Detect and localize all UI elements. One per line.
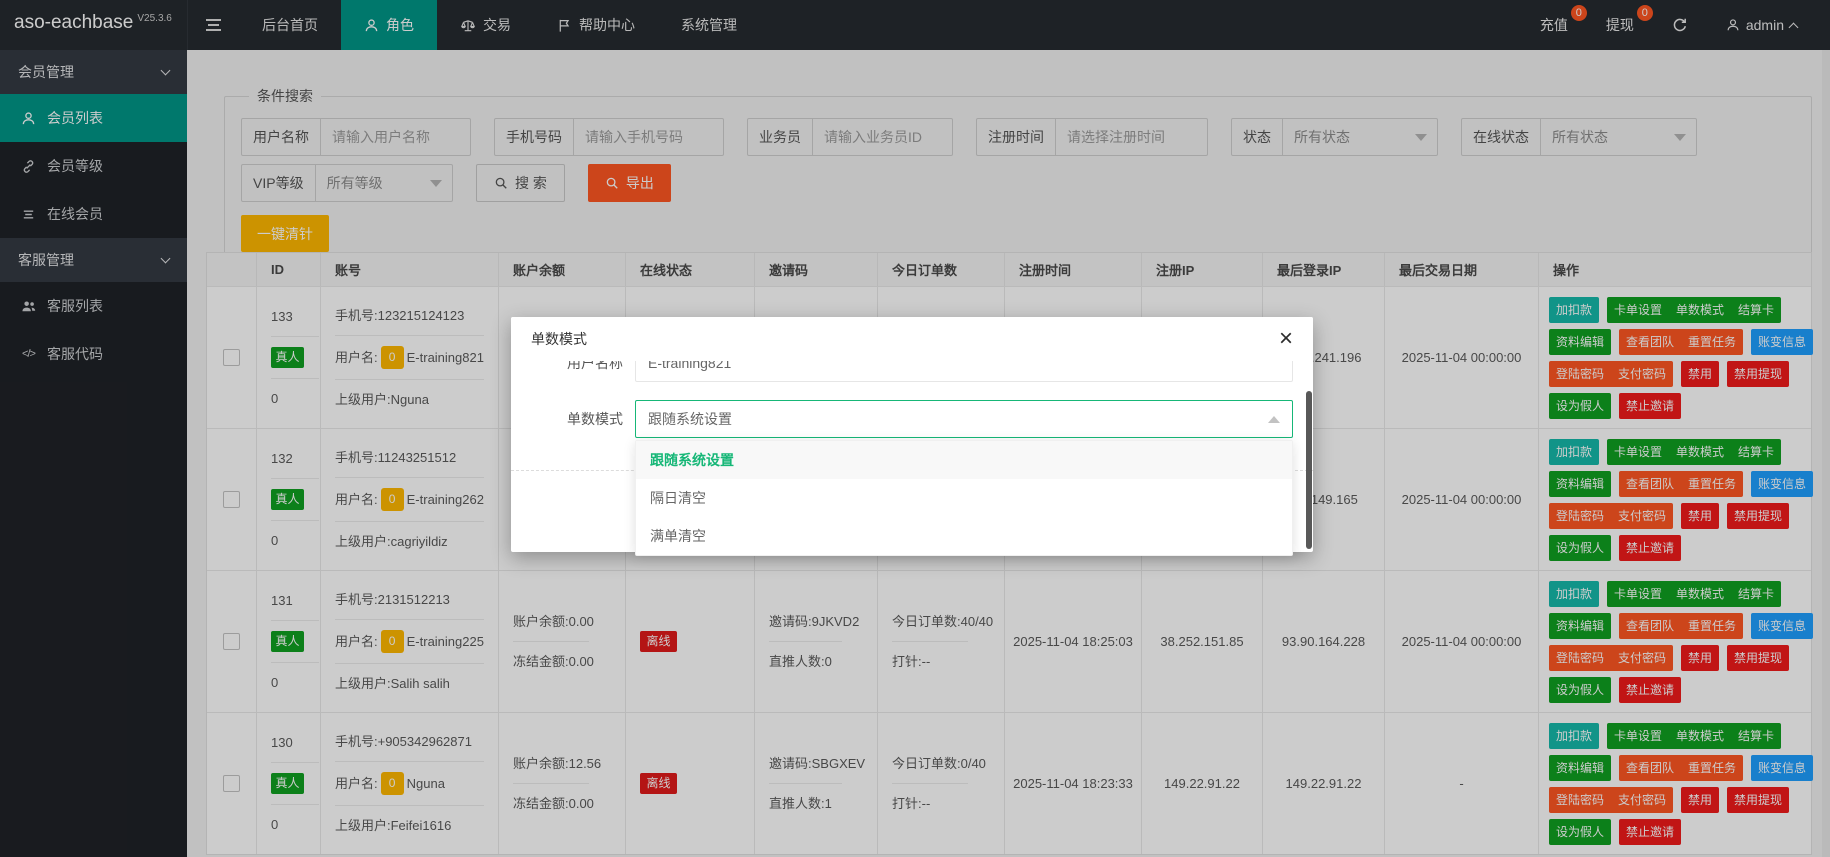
modal-mode-label: 单数模式 [531, 409, 623, 429]
order-mode-modal: 单数模式 × 用户名称 单数模式 跟随系统设置 跟随系统设置 隔日清空 满单清空 [511, 317, 1313, 552]
modal-scrollbar[interactable] [1306, 391, 1312, 549]
order-mode-dropdown: 跟随系统设置 隔日清空 满单清空 [635, 440, 1293, 556]
caret-up-icon [1268, 416, 1280, 423]
dropdown-option[interactable]: 满单清空 [636, 517, 1292, 555]
dropdown-option[interactable]: 跟随系统设置 [636, 441, 1292, 479]
order-mode-select-value: 跟随系统设置 [648, 409, 732, 429]
dropdown-option[interactable]: 隔日清空 [636, 479, 1292, 517]
close-icon[interactable]: × [1279, 327, 1293, 351]
order-mode-select[interactable]: 跟随系统设置 [635, 400, 1293, 438]
modal-title: 单数模式 [531, 329, 587, 349]
modal-mode-row: 单数模式 跟随系统设置 跟随系统设置 隔日清空 满单清空 [511, 391, 1313, 447]
modal-header: 单数模式 × [511, 317, 1313, 361]
